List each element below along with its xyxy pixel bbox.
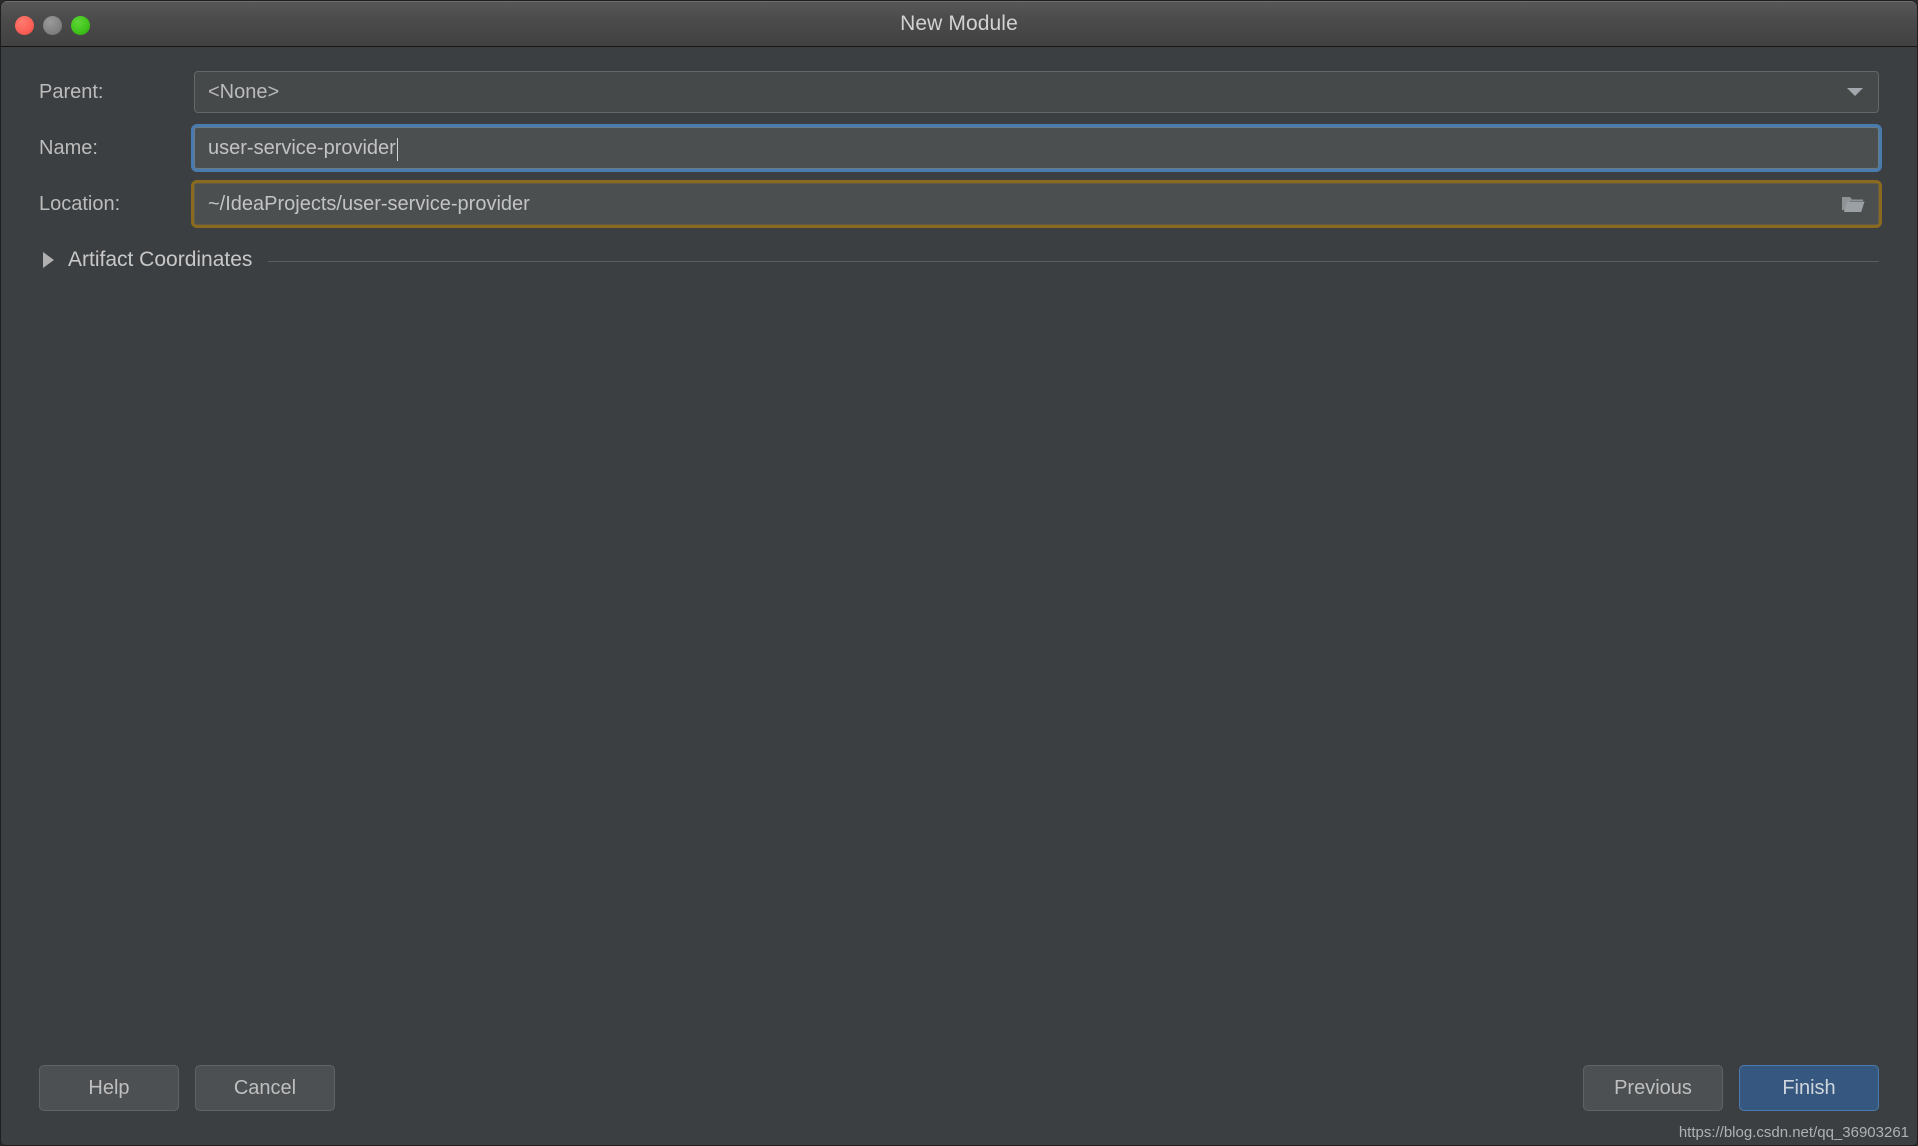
section-separator <box>268 261 1879 262</box>
traffic-light-group <box>15 2 90 48</box>
maximize-window-button[interactable] <box>71 15 90 35</box>
parent-label: Parent: <box>39 80 104 103</box>
watermark-text: https://blog.csdn.net/qq_36903261 <box>1678 1124 1909 1141</box>
previous-button[interactable]: Previous <box>1583 1065 1723 1111</box>
triangle-right-icon[interactable] <box>43 252 54 268</box>
artifact-coordinates-label: Artifact Coordinates <box>68 248 253 271</box>
name-label: Name: <box>39 136 98 159</box>
title-bar: New Module <box>1 1 1917 47</box>
right-button-group: Previous Finish <box>1583 1065 1879 1111</box>
close-window-button[interactable] <box>15 15 34 35</box>
text-caret <box>396 137 399 161</box>
location-input-value: ~/IdeaProjects/user-service-provider <box>208 192 530 215</box>
location-field-wrap: ~/IdeaProjects/user-service-provider <box>194 183 1879 225</box>
dialog-button-bar: Help Cancel Previous Finish https://blog… <box>1 1045 1917 1145</box>
artifact-coordinates-section[interactable]: Artifact Coordinates <box>11 245 1879 275</box>
name-input-value: user-service-provider <box>208 136 396 159</box>
parent-field-wrap: <None> <box>194 71 1879 113</box>
parent-combobox[interactable]: <None> <box>194 71 1879 113</box>
chevron-down-icon[interactable] <box>1847 88 1863 96</box>
name-field-wrap: user-service-provider <box>194 127 1879 169</box>
new-module-dialog: New Module Parent: <None> Name: user-ser… <box>0 0 1918 1146</box>
parent-selected-value: <None> <box>208 80 280 103</box>
dialog-content: Parent: <None> Name: user-service-provid… <box>1 47 1917 1045</box>
name-row: Name: user-service-provider <box>39 127 1879 169</box>
left-button-group: Help Cancel <box>39 1065 335 1111</box>
help-button[interactable]: Help <box>39 1065 179 1111</box>
module-form: Parent: <None> Name: user-service-provid… <box>1 47 1917 225</box>
finish-button[interactable]: Finish <box>1739 1065 1879 1111</box>
location-row: Location: ~/IdeaProjects/user-service-pr… <box>39 183 1879 225</box>
name-input[interactable]: user-service-provider <box>194 127 1879 169</box>
minimize-window-button[interactable] <box>43 15 62 35</box>
location-input[interactable]: ~/IdeaProjects/user-service-provider <box>194 183 1879 225</box>
folder-icon[interactable] <box>1841 194 1865 214</box>
cancel-button[interactable]: Cancel <box>195 1065 335 1111</box>
window-title: New Module <box>900 12 1018 35</box>
parent-row: Parent: <None> <box>39 71 1879 113</box>
location-label: Location: <box>39 192 121 215</box>
